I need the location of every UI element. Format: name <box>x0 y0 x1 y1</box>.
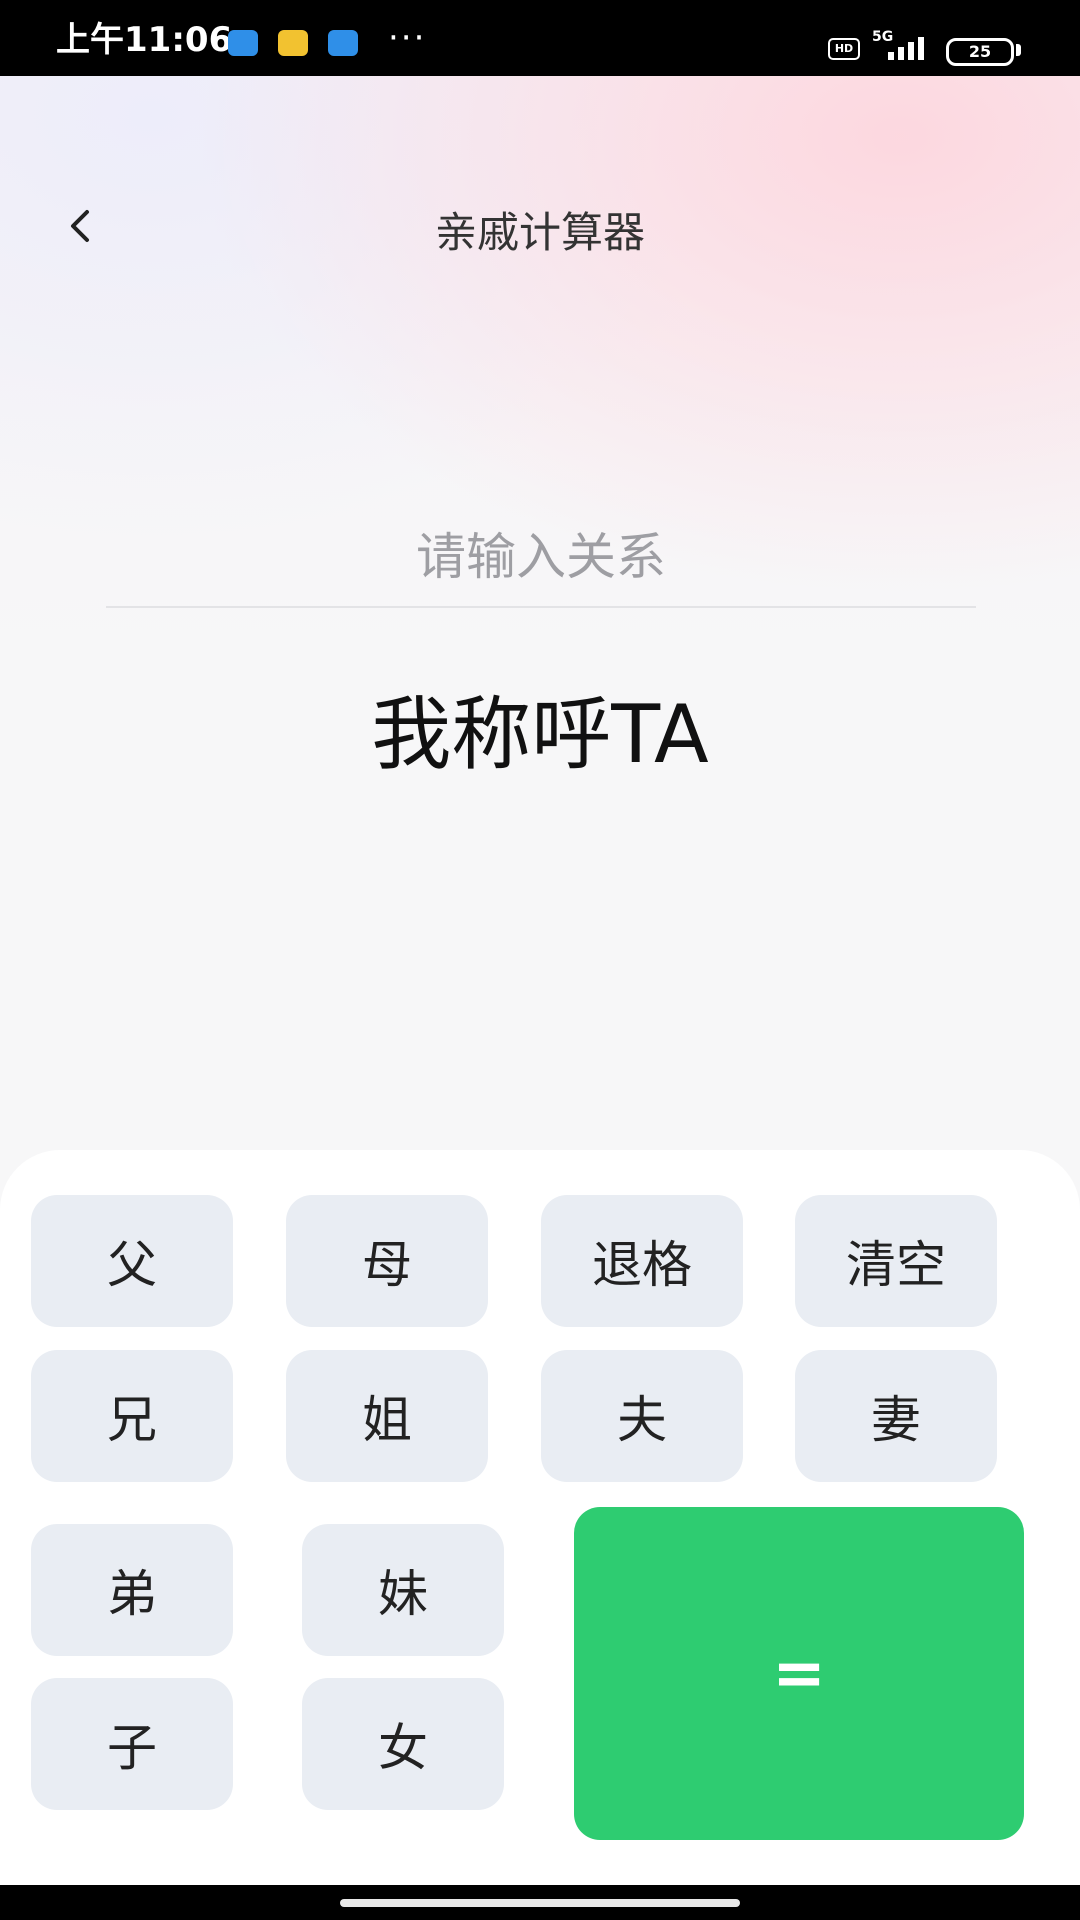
equal-button[interactable]: = <box>574 1507 1024 1840</box>
hd-icon: HD <box>828 38 860 60</box>
key-younger-sister[interactable]: 妹 <box>302 1524 504 1656</box>
battery-icon: 25 <box>946 38 1014 66</box>
key-backspace[interactable]: 退格 <box>541 1195 743 1327</box>
key-husband[interactable]: 夫 <box>541 1350 743 1482</box>
page-title: 亲戚计算器 <box>434 208 645 257</box>
message-notification-icon <box>328 30 358 56</box>
key-clear[interactable]: 清空 <box>795 1195 997 1327</box>
key-younger-brother[interactable]: 弟 <box>31 1524 233 1656</box>
key-mother[interactable]: 母 <box>286 1195 488 1327</box>
status-bar: 上午11:06 ··· HD 5G 25 <box>0 0 1080 76</box>
key-elder-sister[interactable]: 姐 <box>286 1350 488 1482</box>
key-elder-brother[interactable]: 兄 <box>31 1350 233 1482</box>
navigation-bar <box>0 1885 1080 1920</box>
app-notification-icon <box>278 30 308 56</box>
signal-icon <box>888 37 924 60</box>
relation-input[interactable] <box>106 508 976 608</box>
app-notification-icon <box>228 30 258 56</box>
result-text: 我称呼TA <box>371 688 709 781</box>
key-father[interactable]: 父 <box>31 1195 233 1327</box>
key-daughter[interactable]: 女 <box>302 1678 504 1810</box>
screen: 上午11:06 ··· HD 5G 25 亲戚计算器 我称呼TA 父 母 退格 … <box>0 0 1080 1920</box>
more-notifications-icon: ··· <box>388 18 427 58</box>
relation-input-area <box>106 508 976 612</box>
key-wife[interactable]: 妻 <box>795 1350 997 1482</box>
battery-tip <box>1016 44 1021 56</box>
keypad: 父 母 退格 清空 兄 姐 夫 妻 弟 妹 子 女 = <box>0 1150 1080 1885</box>
status-time: 上午11:06 <box>56 20 233 60</box>
home-indicator[interactable] <box>340 1899 740 1907</box>
key-son[interactable]: 子 <box>31 1678 233 1810</box>
